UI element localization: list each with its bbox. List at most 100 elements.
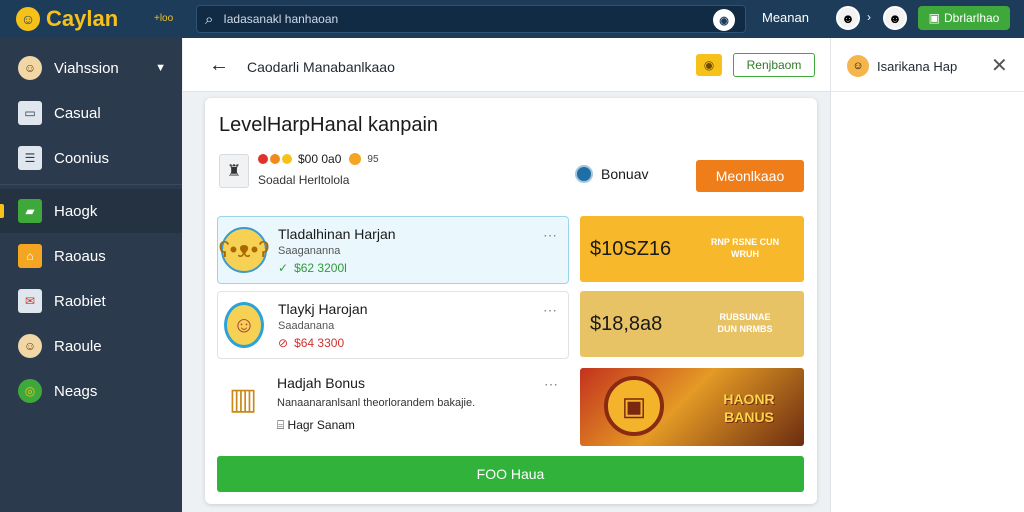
list-item[interactable]: ʕ•ᴥ•ʔ Tladalhinan Harjan Saagananna ✓ $6… [217, 216, 569, 284]
more-icon[interactable]: ⋯ [543, 227, 558, 244]
sidebar-item-coonius[interactable]: ☰ Coonius [0, 136, 182, 180]
orange-dot-icon [270, 154, 280, 164]
character-icon: ☺ [224, 300, 264, 350]
row-title: Hadjah Bonus [277, 375, 365, 391]
promo-banner-bonus[interactable]: ▣ HAONR BANUS [580, 368, 804, 446]
price-main: $00 0a0 [298, 152, 342, 166]
app-name: Caylan [46, 6, 119, 31]
avatar-icon: ☺ [18, 56, 42, 80]
sidebar-item-label: Raoaus [54, 247, 106, 265]
bear-icon: ʕ•ᴥ•ʔ [219, 225, 269, 275]
check-icon: ✓ [278, 261, 289, 275]
sidebar-item-viahssion[interactable]: ☺ Viahssion ▼ [0, 46, 182, 90]
primary-action-button[interactable]: FOO Haua [217, 456, 804, 492]
red-dot-icon [258, 154, 268, 164]
dashboard-label: Dbrlarlhao [943, 11, 1000, 25]
sidebar-item-label: Coonius [54, 149, 110, 167]
campaign-card: LevelHarpHanal kanpain ♜ $00 0a0 95 Soad… [205, 98, 817, 504]
sidebar-item-label: Neags [54, 382, 98, 400]
profile-avatar[interactable]: ☻ [883, 6, 907, 30]
coin-icon[interactable]: ◉ [696, 54, 722, 76]
bonus-emblem-icon: ▣ [604, 376, 664, 436]
yellow-dot-icon [282, 154, 292, 164]
profile-icon: ☺ [18, 334, 42, 358]
row-extra: ⌸ Hagr Sanam [277, 418, 355, 433]
ticket-icon[interactable]: ♜ [219, 154, 249, 188]
dashboard-icon: ▣ [928, 11, 940, 25]
right-panel-title: Isarikana Hap [877, 59, 958, 74]
sidebar-item-label: Raobiet [54, 292, 106, 310]
back-arrow-icon[interactable]: ← [209, 54, 229, 77]
row-price: ⊘ $64 3300 [278, 336, 344, 350]
search-bar: ⌕ ◉ [196, 5, 746, 33]
sidebar-item-label: Viahssion [54, 59, 119, 77]
casual-icon: ▭ [18, 101, 42, 125]
sidebar-item-label: Casual [54, 104, 101, 122]
radio-label: Bonuav [601, 166, 649, 182]
house-icon: ⌂ [18, 244, 42, 268]
chat-icon: ✉ [18, 289, 42, 313]
close-icon[interactable]: ✕ [991, 53, 1008, 78]
page-title: Caodarli Manabanlkaao [247, 59, 395, 75]
sidebar-item-raoule[interactable]: ☺ Raoule [0, 324, 182, 368]
chevron-down-icon[interactable]: ▼ [155, 62, 166, 74]
alert-icon: ⊘ [278, 336, 289, 350]
list-item[interactable]: ☺ Tlaykj Harojan Saadanana ⊘ $64 3300 ⋯ [217, 291, 569, 359]
row-title: Tladalhinan Harjan [278, 226, 396, 242]
search-icon[interactable]: ⌕ [205, 11, 213, 28]
main-header: ← Caodarli Manabanlkaao ◉ Renjbaom [183, 38, 830, 92]
top-bar: ☺ Caylan +loo ⌕ ◉ Meanan ☻ › ☻ ▣ Dbrlarl… [0, 0, 1024, 38]
row-price-value: $64 3300 [294, 336, 345, 350]
card-title: LevelHarpHanal kanpain [219, 114, 439, 136]
logo-icon: ☺ [16, 7, 40, 31]
promo-value: $10SZ16 [590, 238, 672, 260]
sidebar-item-haogk[interactable]: ▰ Haogk [0, 189, 182, 233]
sidebar-item-casual[interactable]: ▭ Casual [0, 91, 182, 135]
row-description: Nanaanaranlsanl theorlorandem bakajie. [277, 397, 476, 409]
right-panel: ☺ Isarikana Hap ✕ [830, 38, 1024, 512]
row-subtitle: Saadanana [278, 320, 335, 332]
app-logo[interactable]: ☺ Caylan [16, 6, 146, 32]
search-input[interactable] [223, 12, 704, 26]
coin-dot-icon [349, 153, 362, 165]
row-price: ✓ $62 3200l [278, 261, 347, 275]
dashboard-button[interactable]: ▣ Dbrlarlhao [918, 6, 1010, 30]
row-extra-label: Hagr Sanam [287, 418, 355, 432]
chat-bubble-icon: ⌸ [277, 418, 285, 432]
right-panel-header: ☺ Isarikana Hap ✕ [831, 38, 1024, 92]
sidebar-item-neags[interactable]: ◎ Neags [0, 369, 182, 413]
promo-banner[interactable]: $10SZ16 RNP RSNE CUN WRUH [580, 216, 804, 282]
sidebar-item-raobiet[interactable]: ✉ Raobiet [0, 279, 182, 323]
bonus-radio[interactable]: Bonuav [575, 165, 648, 183]
promo-value: $18,8a8 [590, 313, 663, 335]
radio-icon[interactable] [575, 165, 593, 183]
sidebar-item-label: Haogk [54, 202, 98, 220]
more-icon[interactable]: ⋯ [543, 302, 558, 319]
row-subtitle: Saagananna [278, 245, 341, 257]
sidebar-item-raoaus[interactable]: ⌂ Raoaus [0, 234, 182, 278]
orange-action-button[interactable]: Meonlkaao [696, 160, 804, 192]
voice-search-icon[interactable]: ◉ [713, 9, 735, 31]
user-avatar[interactable]: ☻ [836, 6, 860, 30]
sidebar-divider [0, 184, 182, 185]
target-icon: ◎ [18, 379, 42, 403]
coins-icon: ☰ [18, 146, 42, 170]
promo-tag: RUBSUNAE DUN NRMBS [717, 312, 773, 334]
promo-tag: RNP RSNE CUN WRUH [710, 237, 780, 259]
sidebar-item-label: Raoule [54, 337, 102, 355]
row-price-value: $62 3200l [294, 261, 347, 275]
promo-tag: HAONR BANUS [723, 391, 775, 425]
chest-icon: ▥ [228, 382, 258, 416]
more-icon[interactable]: ⋯ [544, 376, 559, 393]
chevron-right-icon[interactable]: › [867, 10, 871, 24]
card-subtitle: Soadal Herltolola [258, 173, 350, 187]
price-row: $00 0a0 95 [258, 152, 379, 166]
list-item[interactable]: ▥ Hadjah Bonus Nanaanaranlsanl theorlora… [217, 366, 569, 434]
app-tag: +loo [154, 13, 174, 24]
sidebar: ☺ Viahssion ▼ ▭ Casual ☰ Coonius ▰ Haogk… [0, 38, 182, 512]
row-title: Tlaykj Harojan [278, 301, 368, 317]
user-name[interactable]: Meanan [762, 10, 809, 25]
promo-banner[interactable]: $18,8a8 RUBSUNAE DUN NRMBS [580, 291, 804, 357]
outline-button[interactable]: Renjbaom [733, 53, 815, 77]
right-panel-avatar: ☺ [847, 55, 869, 77]
